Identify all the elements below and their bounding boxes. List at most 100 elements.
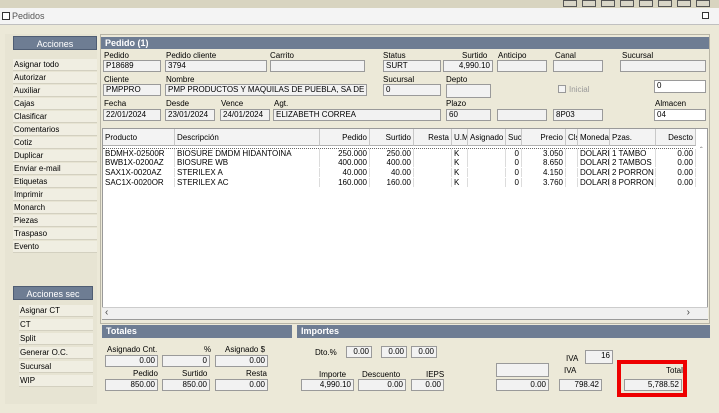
scroll-right-icon[interactable]: › <box>687 307 690 318</box>
surtido-field[interactable]: 4,990.10 <box>443 60 493 72</box>
pct-field[interactable]: 0 <box>162 355 210 367</box>
iva-field[interactable]: 798.42 <box>559 379 602 391</box>
action-item[interactable]: Traspaso <box>13 228 97 240</box>
action-item[interactable]: Cotiz <box>13 137 97 149</box>
label-surtido: Surtido <box>462 51 488 60</box>
inicial-checkbox[interactable] <box>558 85 566 93</box>
status-field[interactable]: SURT <box>383 60 441 72</box>
action-item[interactable]: Cajas <box>13 98 97 110</box>
iva-rate-field[interactable]: 16 <box>585 350 613 364</box>
table-cell <box>566 168 578 177</box>
action-item[interactable]: Enviar e-mail <box>13 163 97 175</box>
column-header[interactable]: Pedido <box>320 129 370 146</box>
action-item[interactable]: Imprimir <box>13 189 97 201</box>
agt-field[interactable]: ELIZABETH CORREA <box>273 109 441 121</box>
code-field[interactable]: 8P03 <box>553 109 603 121</box>
dto3-field[interactable]: 0.00 <box>411 346 437 358</box>
table-cell: STERILEX AC <box>175 178 320 187</box>
surtido-total-field[interactable]: 850.00 <box>162 379 210 391</box>
column-header[interactable]: Asignado <box>468 129 506 146</box>
ieps-field[interactable]: 0.00 <box>411 379 444 391</box>
blank-field[interactable] <box>496 363 549 377</box>
action-item[interactable]: Monarch <box>13 202 97 214</box>
action-sec-item[interactable]: WIP <box>19 375 93 387</box>
window-checkbox[interactable] <box>2 12 10 20</box>
action-item[interactable]: Autorizar <box>13 72 97 84</box>
column-header[interactable]: Moneda <box>578 129 610 146</box>
toolbar-icon-5[interactable] <box>639 0 653 7</box>
action-sec-item[interactable]: CT <box>19 319 93 331</box>
column-header[interactable]: Descto <box>656 129 696 146</box>
acciones-sec-header[interactable]: Acciones sec <box>13 286 93 300</box>
scroll-left-icon[interactable]: ‹ <box>105 307 108 318</box>
action-sec-item[interactable]: Sucursal <box>19 361 93 373</box>
depto-field[interactable] <box>446 84 491 98</box>
action-sec-item[interactable]: Split <box>19 333 93 345</box>
table-cell: BWB1X-0200AZ <box>103 158 175 167</box>
column-header[interactable]: Precio <box>522 129 566 146</box>
anticipo-field[interactable] <box>497 60 547 72</box>
toolbar-icon-6[interactable] <box>658 0 672 7</box>
action-sec-item[interactable]: Asignar CT <box>19 305 93 317</box>
desde-field[interactable]: 23/01/2024 <box>165 109 215 121</box>
nombre-field[interactable]: PMP PRODUCTOS Y MAQUILAS DE PUEBLA, SA D… <box>165 84 367 96</box>
column-header[interactable]: Resta <box>414 129 452 146</box>
action-item[interactable]: Etiquetas <box>13 176 97 188</box>
other-field[interactable]: 0.00 <box>496 379 549 391</box>
table-cell: 0 <box>506 168 522 177</box>
asignado-cnt-field[interactable]: 0.00 <box>105 355 158 367</box>
dto1-field[interactable]: 0.00 <box>346 346 372 358</box>
maximize-icon[interactable] <box>702 12 709 19</box>
table-row[interactable]: BDMHX-02500R BIOSURE DMDM HIDANTOINA 250.0… <box>103 148 696 158</box>
action-item[interactable]: Clasificar <box>13 111 97 123</box>
label-dto: Dto.% <box>315 348 337 357</box>
column-header[interactable]: Producto <box>103 129 175 146</box>
right-number-field[interactable]: 0 <box>654 80 706 93</box>
scroll-up-icon[interactable]: ˆ <box>700 147 708 155</box>
acciones-header[interactable]: Acciones <box>13 36 97 50</box>
importe-field[interactable]: 4,990.10 <box>301 379 354 391</box>
label-asignado-cnt: Asignado Cnt. <box>107 345 158 354</box>
toolbar-icon-7[interactable] <box>677 0 691 7</box>
toolbar-icon-1[interactable] <box>563 0 577 7</box>
pedido-field[interactable]: P18689 <box>103 60 161 72</box>
pedido-total-field[interactable]: 850.00 <box>105 379 158 391</box>
almacen-field[interactable]: 04 <box>654 109 706 121</box>
cliente-field[interactable]: PMPPRO <box>103 84 161 96</box>
asignado-s-field[interactable]: 0.00 <box>215 355 268 367</box>
column-header[interactable]: Surtido <box>370 129 414 146</box>
sucursal-field[interactable] <box>620 60 706 72</box>
column-header[interactable]: Descripción <box>175 129 320 146</box>
action-item[interactable]: Evento <box>13 241 97 253</box>
pedido-cliente-field[interactable]: 3794 <box>165 60 267 72</box>
action-item[interactable]: Duplicar <box>13 150 97 162</box>
action-sec-item[interactable]: Generar O.C. <box>19 347 93 359</box>
table-row[interactable]: SAC1X-0020OR STERILEX AC 160.000 160.00 K 0 3.… <box>103 178 696 188</box>
toolbar-icon-8[interactable] <box>696 0 710 7</box>
column-header[interactable]: Suc <box>506 129 522 146</box>
toolbar-icon-4[interactable] <box>620 0 634 7</box>
column-header[interactable]: U.M. <box>452 129 468 146</box>
plazo2-field[interactable] <box>497 109 547 121</box>
plazo-field[interactable]: 60 <box>446 109 491 121</box>
fecha-field[interactable]: 22/01/2024 <box>103 109 161 121</box>
action-item[interactable]: Comentarios <box>13 124 97 136</box>
action-item[interactable]: Piezas <box>13 215 97 227</box>
resta-field[interactable]: 0.00 <box>215 379 268 391</box>
action-item[interactable]: Asignar todo <box>13 59 97 71</box>
horizontal-scrollbar[interactable]: ‹ › <box>102 307 708 319</box>
label-anticipo: Anticipo <box>498 51 527 60</box>
sucursal2-field[interactable]: 0 <box>383 84 441 96</box>
vence-field[interactable]: 24/01/2024 <box>220 109 270 121</box>
action-item[interactable]: Auxiliar <box>13 85 97 97</box>
dto2-field[interactable]: 0.00 <box>381 346 407 358</box>
carrito-field[interactable] <box>270 60 365 72</box>
column-header[interactable]: Cls <box>566 129 578 146</box>
descuento-field[interactable]: 0.00 <box>358 379 406 391</box>
toolbar-icon-3[interactable] <box>601 0 615 7</box>
table-row[interactable]: BWB1X-0200AZ BIOSURE WB 400.000 400.00 K 0 8.6… <box>103 158 696 168</box>
column-header[interactable]: Pzas. <box>610 129 656 146</box>
toolbar-icon-2[interactable] <box>582 0 596 7</box>
canal-field[interactable] <box>553 60 603 72</box>
table-row[interactable]: SAX1X-0020AZ STERILEX A 40.000 40.00 K 0 4.150… <box>103 168 696 178</box>
